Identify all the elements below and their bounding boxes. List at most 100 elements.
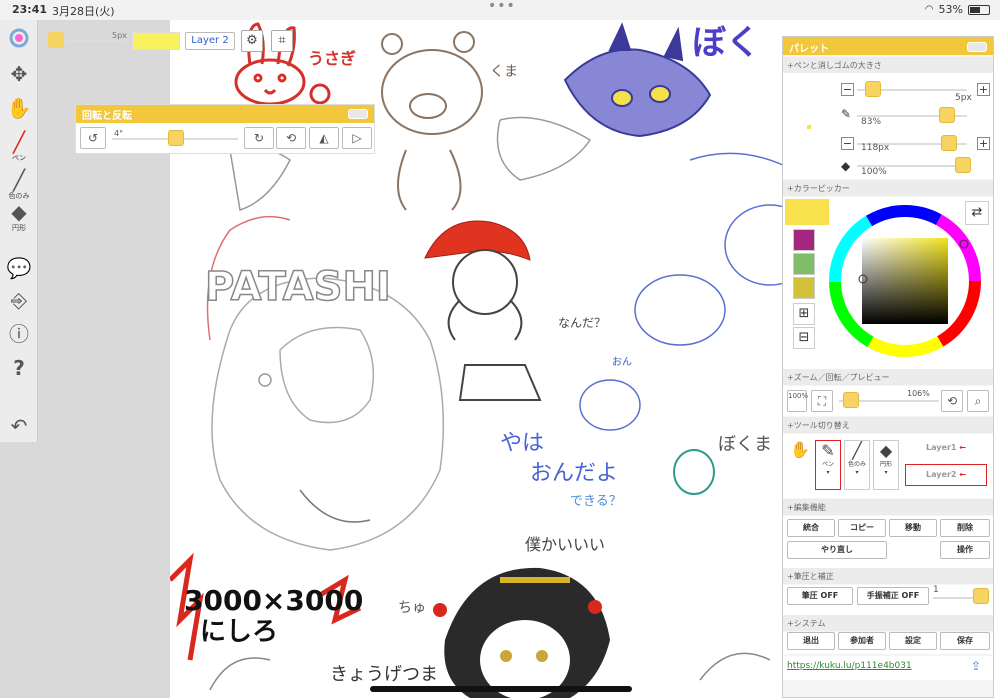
undo-icon[interactable]: ↶ — [4, 414, 34, 438]
active-color-swatch[interactable] — [785, 199, 829, 225]
brush-preview — [807, 125, 811, 129]
merge-button[interactable]: 統合 — [787, 519, 835, 537]
members-button[interactable]: 参加者 — [838, 632, 886, 650]
battery-icon — [968, 4, 990, 15]
room-url-area: https://kuku.lu/p111e4b031 ⇪ — [783, 656, 993, 680]
help-icon[interactable]: ? — [4, 356, 34, 380]
section-edit[interactable]: +編集機能 — [783, 499, 993, 515]
room-url-link[interactable]: https://kuku.lu/p111e4b031 — [787, 661, 912, 671]
palette-title: パレット — [783, 37, 993, 55]
pen-size-minus[interactable]: − — [841, 83, 854, 96]
rotate-flip-panel: 回転と反転 ↺ 4° ↻ ⟲ ◭ ▷ — [75, 104, 375, 154]
pen-pressure-button[interactable]: 筆圧 OFF — [787, 587, 853, 605]
color-wheel[interactable] — [825, 201, 985, 361]
rotate-slider-knob[interactable] — [168, 130, 184, 146]
tool-switch-area: ✋ ✎ ペン ▾ ╱ 色のみ ▾ ◆ 円形 ▾ Layer1 ← Layer2 ← — [783, 434, 993, 498]
eraser-opacity-track[interactable] — [857, 165, 967, 167]
fill-tool-label: 色のみ — [8, 192, 30, 200]
fill-tool[interactable]: ╱ 色のみ — [4, 168, 34, 200]
layer1-switch[interactable]: Layer1 ← — [905, 438, 987, 460]
pen-size-plus[interactable]: + — [977, 83, 990, 96]
share-icon[interactable]: ⇪ — [971, 659, 981, 673]
ondayo-text: おんだよ — [530, 461, 618, 486]
info-icon[interactable]: ⓘ — [4, 322, 34, 346]
stabilizer-button[interactable]: 手振補正 OFF — [857, 587, 929, 605]
status-date: 3月28日(火) — [52, 5, 115, 18]
exit-door-icon[interactable]: ⎆ — [4, 288, 34, 312]
tool-fill-button[interactable]: ╱ 色のみ ▾ — [844, 440, 870, 490]
zoom-reset-button[interactable]: 100% — [787, 390, 808, 412]
flip-vertical-button[interactable]: ▷ — [342, 127, 372, 149]
rotate-left-button[interactable]: ↺ — [80, 127, 106, 149]
tool-shape-label: 円形 — [879, 461, 892, 468]
multitask-dots-icon[interactable]: ••• — [488, 0, 516, 14]
size-slider-track[interactable] — [66, 40, 126, 42]
color-swatch-1[interactable] — [793, 229, 815, 251]
section-color-picker[interactable]: +カラーピッカー — [783, 180, 993, 196]
section-system[interactable]: +システム — [783, 615, 993, 631]
crop-icon[interactable]: ⌗ — [271, 30, 293, 52]
size-slider-knob[interactable] — [48, 32, 64, 48]
flip-horizontal-button[interactable]: ◭ — [309, 127, 339, 149]
palette-minimize-button[interactable] — [967, 42, 987, 52]
settings-button[interactable]: 設定 — [889, 632, 937, 650]
patashi-text: PATASHI — [205, 264, 391, 310]
eraser-icon: ◆ — [841, 159, 851, 173]
layer-button[interactable]: Layer 2 — [185, 32, 235, 50]
tool-shape-button[interactable]: ◆ 円形 ▾ — [873, 440, 899, 490]
section-zoom[interactable]: +ズーム／回転／プレビュー — [783, 369, 993, 385]
pen-icon: ✎ — [841, 107, 852, 121]
fit-screen-icon[interactable]: ⛶ — [811, 390, 833, 412]
section-pen-size[interactable]: +ペンと消しゴムの大きさ — [783, 57, 993, 73]
hand-icon[interactable]: ✋ — [4, 96, 34, 120]
delete-button[interactable]: 削除 — [940, 519, 990, 537]
exit-button[interactable]: 退出 — [787, 632, 835, 650]
pen-size-knob[interactable] — [865, 81, 881, 97]
pen-tool[interactable]: ╱ ペン — [4, 130, 34, 162]
eraser-icon: ◆ — [11, 200, 27, 224]
layer2-switch[interactable]: Layer2 ← — [905, 464, 987, 486]
battery-percent: 53% — [938, 3, 963, 16]
section-pressure[interactable]: +筆圧と補正 — [783, 568, 993, 584]
boku-text: ぼく — [692, 23, 760, 63]
eraser-size-plus[interactable]: + — [977, 137, 990, 150]
left-toolbar: ✥ ✋ ╱ ペン ╱ 色のみ ◆ 円形 💬 ⎆ ⓘ ? ↶ — [0, 20, 38, 442]
osu-text: おん — [612, 356, 632, 368]
eraser-opacity-knob[interactable] — [955, 157, 971, 173]
redo-button[interactable]: やり直し — [787, 541, 887, 559]
current-color-swatch[interactable] — [132, 32, 180, 50]
add-swatch-icon[interactable]: ⊞ — [793, 303, 815, 325]
rotate-right-button[interactable]: ↻ — [244, 127, 274, 149]
color-swatch-3[interactable] — [793, 277, 815, 299]
stabilizer-track[interactable] — [933, 597, 973, 599]
color-wheel-icon[interactable] — [4, 28, 34, 53]
eraser-size-minus[interactable]: − — [841, 137, 854, 150]
hand-tool-icon[interactable]: ✋ — [787, 440, 813, 490]
rotate-reset-button[interactable]: ⟲ — [276, 127, 306, 149]
dekiru-text: できる？ — [570, 494, 622, 509]
operate-button[interactable]: 操作 — [940, 541, 990, 559]
brush-settings-icon[interactable]: ⚙ — [241, 30, 263, 52]
save-button[interactable]: 保存 — [940, 632, 990, 650]
preview-search-icon[interactable]: ⌕ — [967, 390, 989, 412]
pen-opacity-knob[interactable] — [939, 107, 955, 123]
chat-icon[interactable]: 💬 — [4, 256, 34, 280]
shape-tool[interactable]: ◆ 円形 — [4, 200, 34, 232]
top-size-value: 5px — [112, 31, 127, 40]
color-picker-area: ⊞ ⊟ ⇄ — [783, 197, 993, 369]
zoom-rotate-reset-icon[interactable]: ⟲ — [941, 390, 963, 412]
zoom-knob[interactable] — [843, 392, 859, 408]
tool-pen-button[interactable]: ✎ ペン ▾ — [815, 440, 841, 490]
panel-minimize-button[interactable] — [348, 109, 368, 119]
eraser-size-knob[interactable] — [941, 135, 957, 151]
stabilizer-knob[interactable] — [973, 588, 989, 604]
section-tool-switch[interactable]: +ツール切り替え — [783, 417, 993, 433]
move-icon[interactable]: ✥ — [4, 62, 34, 86]
home-indicator[interactable] — [370, 686, 632, 692]
move-button[interactable]: 移動 — [889, 519, 937, 537]
wifi-icon: ◠ — [924, 4, 934, 15]
remove-swatch-icon[interactable]: ⊟ — [793, 327, 815, 349]
kyou-text: きょうげつま — [330, 664, 438, 685]
copy-button[interactable]: コピー — [838, 519, 886, 537]
color-swatch-2[interactable] — [793, 253, 815, 275]
